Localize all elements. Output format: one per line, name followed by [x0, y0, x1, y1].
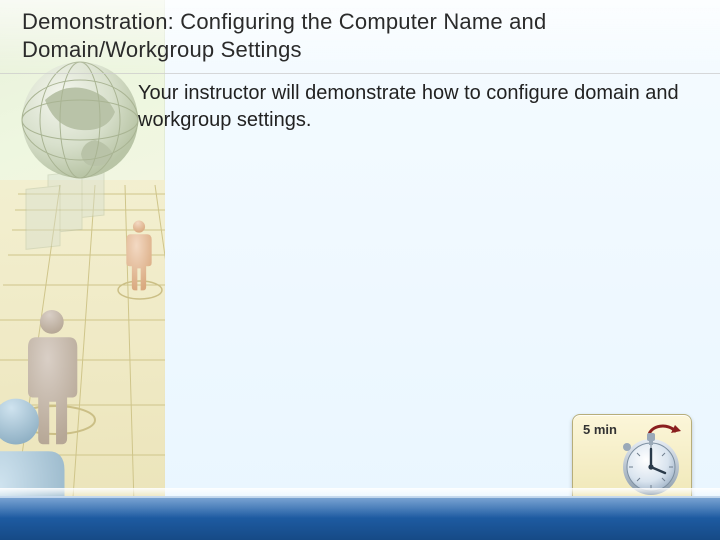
slide-title: Demonstration: Configuring the Computer …: [22, 8, 704, 63]
timer-label: 5 min: [583, 422, 617, 437]
slide: Demonstration: Configuring the Computer …: [0, 0, 720, 540]
slide-body-text: Your instructor will demonstrate how to …: [138, 80, 680, 134]
footer-band: [0, 496, 720, 540]
title-bar: Demonstration: Configuring the Computer …: [0, 0, 720, 74]
